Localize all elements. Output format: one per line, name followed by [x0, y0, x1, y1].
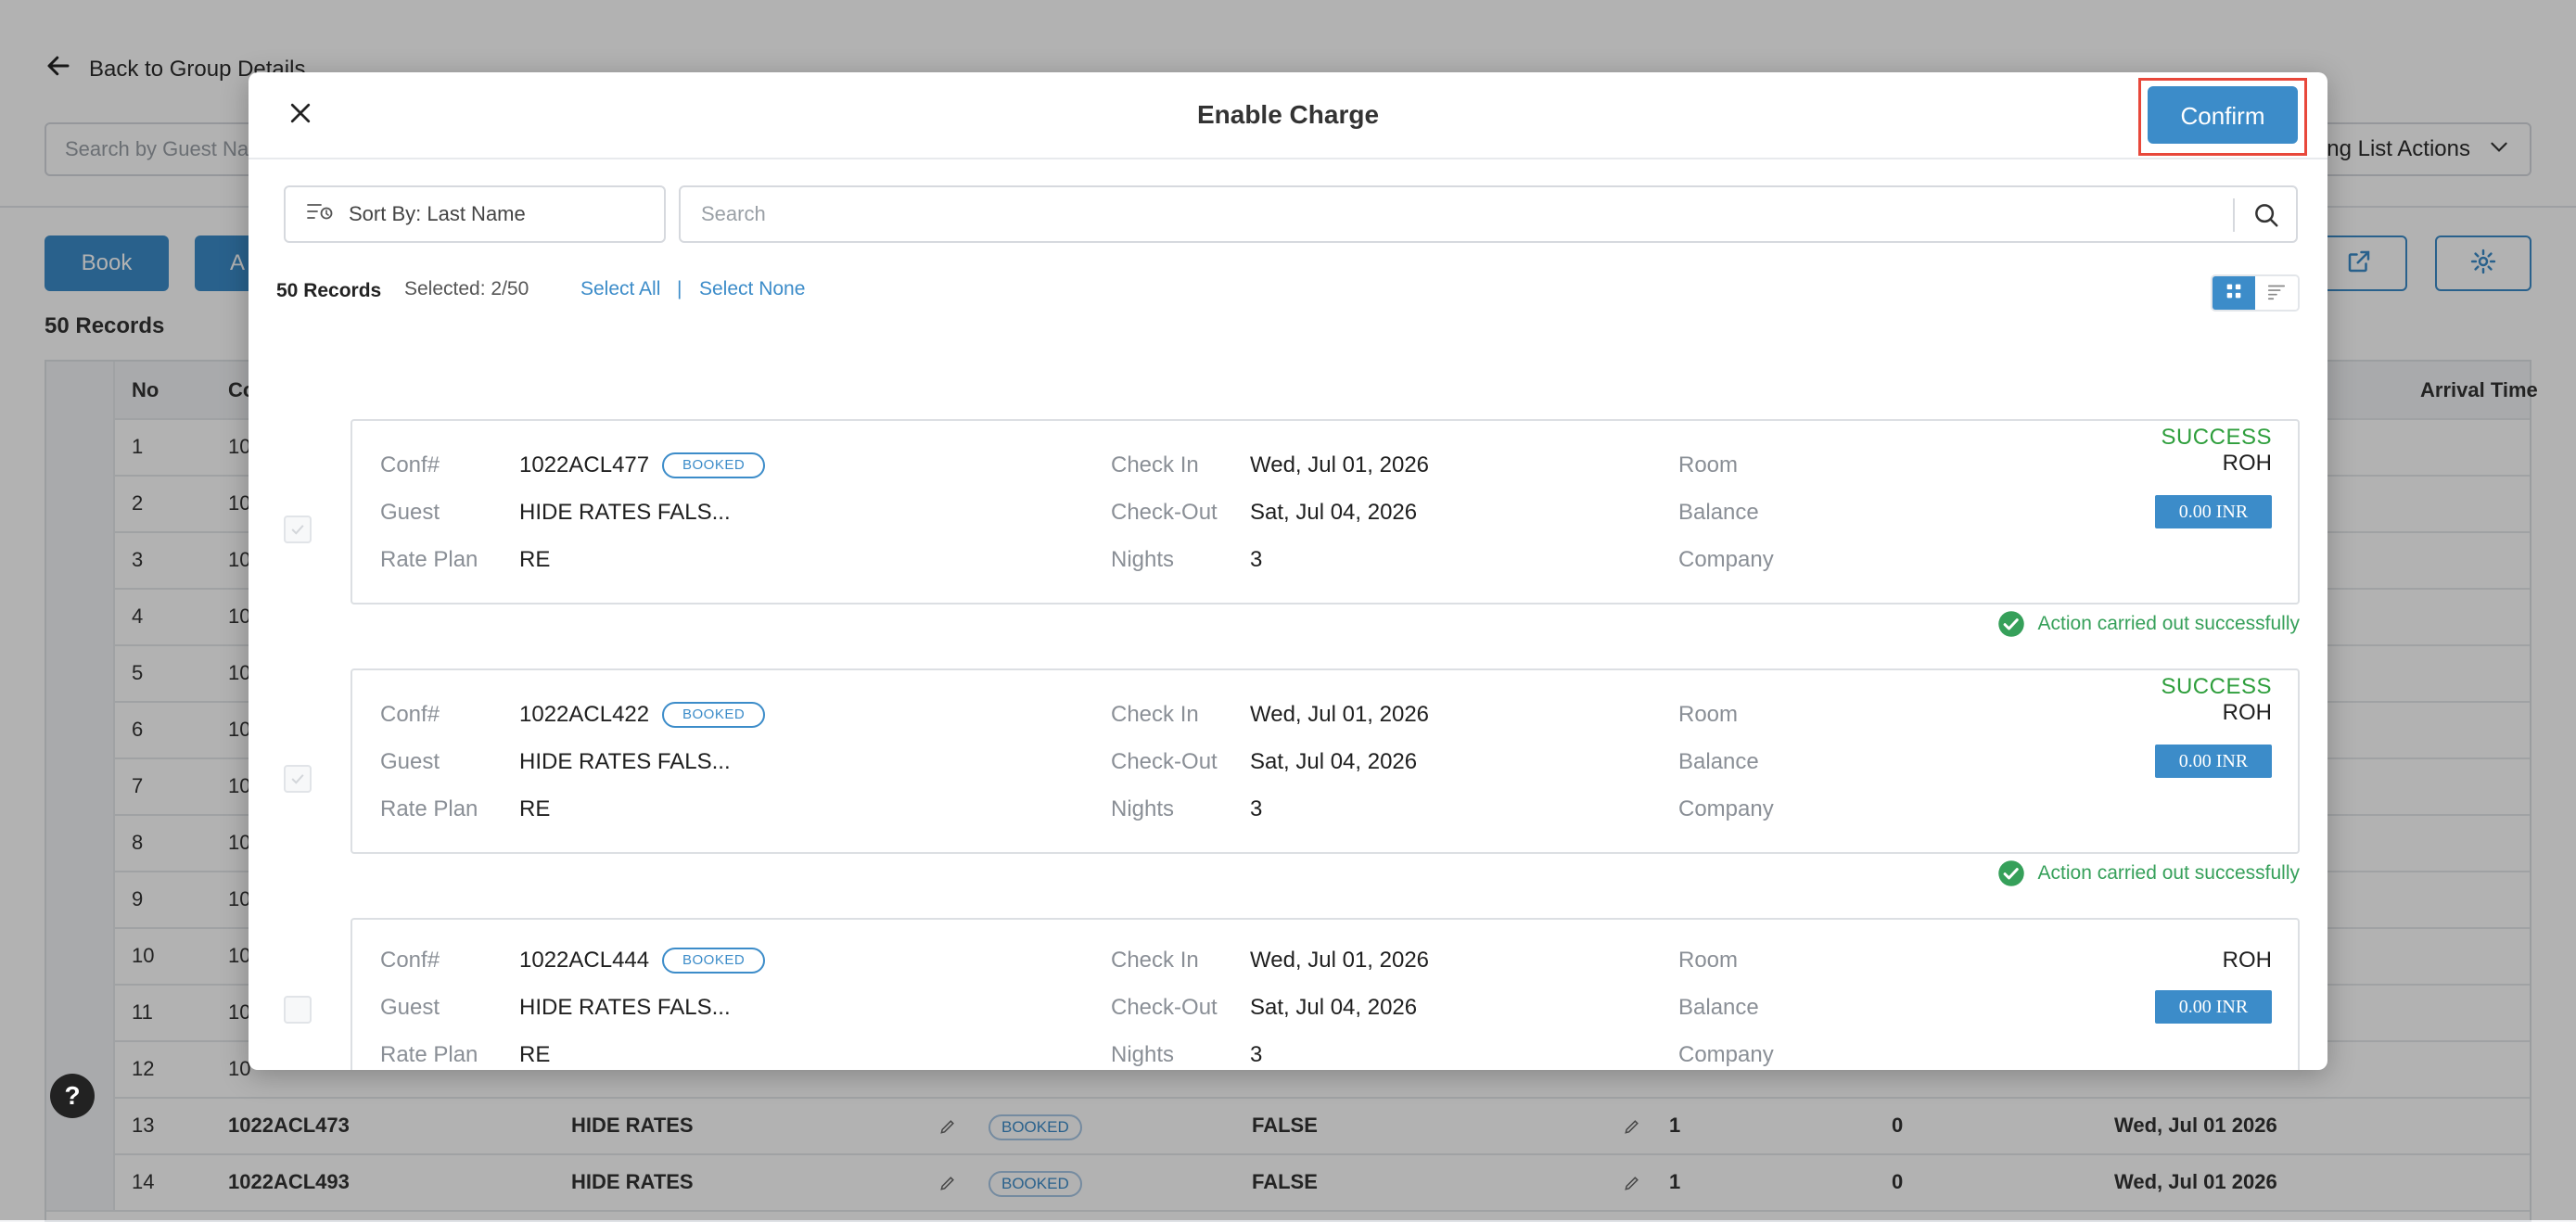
grid-view-button[interactable]	[2213, 276, 2255, 310]
rate-plan: RE	[519, 796, 551, 821]
help-button[interactable]: ?	[50, 1074, 95, 1118]
close-button[interactable]	[280, 95, 321, 135]
list-view-button[interactable]	[2255, 276, 2298, 310]
search-icon[interactable]	[2248, 197, 2285, 234]
room-type: ROH	[2222, 451, 2272, 476]
record-card[interactable]: Conf# 1022ACL477 BOOKED Guest HIDE RATES…	[351, 419, 2300, 605]
nights: 3	[1250, 796, 1263, 821]
conf-number: 1022ACL422	[519, 702, 650, 727]
confirm-button[interactable]: Confirm	[2148, 86, 2298, 144]
nights: 3	[1250, 1042, 1263, 1067]
view-toggle	[2211, 274, 2300, 312]
list-icon	[2266, 281, 2287, 306]
check-out-date: Sat, Jul 04, 2026	[1250, 749, 1418, 774]
room-type: ROH	[2222, 948, 2272, 973]
modal-header: Enable Charge Confirm	[249, 72, 2327, 159]
search-input[interactable]	[682, 189, 2222, 239]
nights: 3	[1250, 547, 1263, 572]
conf-number: 1022ACL444	[519, 948, 650, 973]
rate-plan: RE	[519, 1042, 551, 1067]
status-text: SUCCESS	[2161, 425, 2272, 450]
record-checkbox[interactable]	[284, 516, 312, 543]
grid-icon	[2224, 281, 2244, 306]
success-message: Action carried out successfully	[1997, 610, 2300, 638]
sort-icon	[306, 200, 334, 228]
balance-badge: 0.00 INR	[2155, 495, 2272, 528]
balance-badge: 0.00 INR	[2155, 745, 2272, 778]
check-circle-icon	[1997, 860, 2024, 886]
record-checkbox[interactable]	[284, 996, 312, 1024]
status-badge: BOOKED	[662, 452, 766, 478]
rate-plan: RE	[519, 547, 551, 572]
status-badge: BOOKED	[662, 702, 766, 728]
room-type: ROH	[2222, 700, 2272, 725]
check-in-date: Wed, Jul 01, 2026	[1250, 702, 1430, 727]
search-divider	[2233, 198, 2235, 232]
success-message: Action carried out successfully	[1997, 859, 2300, 887]
guest-name: HIDE RATES FALS...	[519, 500, 731, 525]
select-all-link[interactable]: Select All	[580, 278, 660, 300]
sort-label: Sort By: Last Name	[349, 202, 526, 225]
guest-name: HIDE RATES FALS...	[519, 749, 731, 774]
record-checkbox[interactable]	[284, 765, 312, 793]
selected-count: Selected: 2/50	[404, 278, 529, 299]
balance-badge: 0.00 INR	[2155, 990, 2272, 1024]
link-separator: |	[677, 278, 682, 299]
status-badge: BOOKED	[662, 948, 766, 974]
guest-name: HIDE RATES FALS...	[519, 995, 731, 1020]
status-text: SUCCESS	[2161, 674, 2272, 699]
check-icon	[291, 774, 304, 784]
check-icon	[291, 525, 304, 535]
check-out-date: Sat, Jul 04, 2026	[1250, 500, 1418, 525]
search-field	[679, 185, 2298, 243]
select-none-link[interactable]: Select None	[699, 278, 805, 300]
sort-dropdown[interactable]: Sort By: Last Name	[284, 185, 666, 243]
check-circle-icon	[1997, 611, 2024, 637]
enable-charge-modal: Enable Charge Confirm Sort By: Last Name…	[249, 72, 2327, 1070]
check-in-date: Wed, Jul 01, 2026	[1250, 452, 1430, 477]
record-card[interactable]: Conf# 1022ACL444 BOOKED Guest HIDE RATES…	[351, 918, 2300, 1070]
records-count: 50 Records	[276, 280, 382, 301]
check-out-date: Sat, Jul 04, 2026	[1250, 995, 1418, 1020]
check-in-date: Wed, Jul 01, 2026	[1250, 948, 1430, 973]
close-icon	[287, 99, 314, 132]
modal-title: Enable Charge	[1196, 100, 1380, 129]
conf-number: 1022ACL477	[519, 452, 650, 477]
record-card[interactable]: Conf# 1022ACL422 BOOKED Guest HIDE RATES…	[351, 668, 2300, 854]
